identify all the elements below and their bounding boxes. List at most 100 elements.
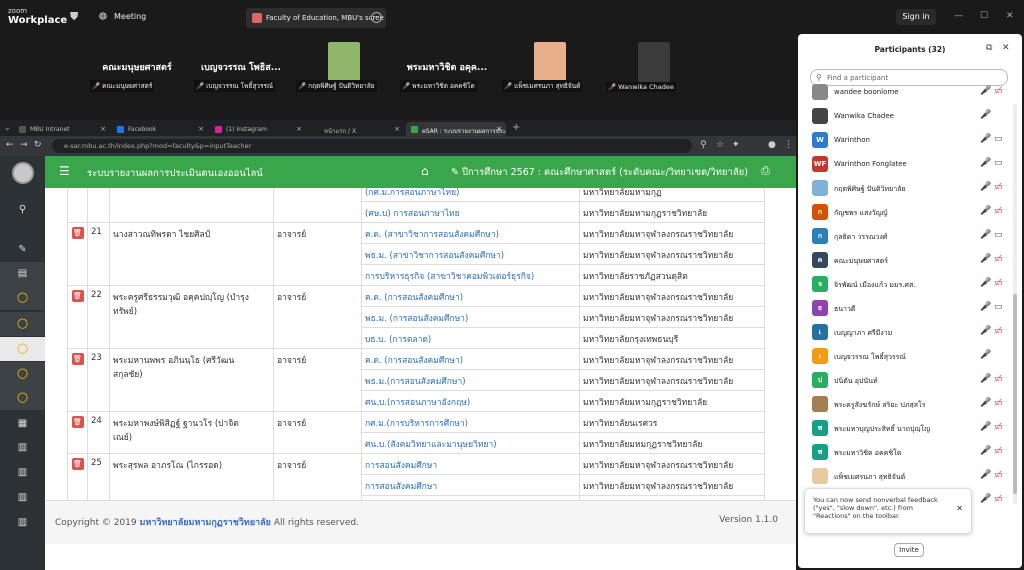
participant-item[interactable]: จ จิรพัฒน์ เมืองแก้ว มมร.ศส. 🎤̸ ▭̸ [812,276,1008,296]
invite-button[interactable]: Invite [894,543,924,557]
tab-close-icon[interactable]: × [394,125,400,133]
document-icon[interactable]: ▤ [0,262,45,286]
browser-tab[interactable]: (1) Instagram × [210,122,306,136]
teacher-table-area: (กศ.ม.การสอนภาษาไทย) มหาวิทยาลัยมหามกุฏ (ศ… [45,188,796,500]
browser-tab[interactable]: MBU Intranet × [14,122,110,136]
files-icon-3[interactable]: ▥ [0,486,45,510]
participant-item[interactable]: ค คณะมนุษยศาสตร์ 🎤̸ ▭̸ [812,252,1008,272]
circle-icon-4[interactable]: ○ [0,362,45,386]
address-bar[interactable]: e-sar.mbu.ac.th/index.php?mod=faculty&p=… [52,139,692,153]
edit-icon[interactable]: ✎ [0,238,45,262]
home-icon[interactable]: ⌂ [421,164,429,178]
degree-link[interactable]: ศน.บ.(สังคมวิทยาและมานุษยวิทยา) [361,432,580,454]
user-icon[interactable]: ⚲ [0,198,45,222]
copyright-org[interactable]: มหาวิทยาลัยมหามกุฏราชวิทยาลัย [139,518,270,528]
more-icon[interactable]: ··· [371,12,382,23]
trash-icon[interactable]: 🗑 [71,353,84,365]
popout-icon[interactable]: ⧉ [986,43,992,53]
zoom-icon[interactable]: ⚲ [700,140,707,150]
participant-item[interactable]: ธ ธนาวดี 🎤̸ ▭ [812,300,1008,320]
hamburger-icon[interactable]: ☰ [59,164,70,178]
files-icon-4[interactable]: ▥ [0,511,45,535]
reload-icon[interactable]: ↻ [34,140,42,150]
participant-item[interactable]: WF Warinthon Fonglatee 🎤̸ ▭ [812,156,1008,176]
participant-item[interactable]: เ เบญจวรรณ โพธิ์สุวรรณ์ 🎤̸ [812,348,1008,368]
kebab-icon[interactable]: ⋮ [784,140,793,150]
trash-icon[interactable]: 🗑 [71,458,84,470]
participant-item[interactable]: พ พระมหาวิชิต อคคชิโต 🎤̸ ▭̸ [812,444,1008,464]
scroll-thumb[interactable] [1013,294,1017,494]
share-screen-tab[interactable]: Faculty of Education, MBU's scree ··· [246,8,386,28]
print-icon[interactable]: ⎙ [761,164,770,178]
browser-tab[interactable]: eSAR : ระบบรายงานผลการประเมินตน...× [406,122,506,136]
video-tile[interactable]: 🎤̸ แพ็ชเมศรนภา สุทธิจันต์ [498,38,600,96]
degree-link[interactable]: ค.ด. (การสอนสังคมศึกษา) [361,285,580,307]
tab-close-icon[interactable]: × [198,125,204,133]
trash-icon[interactable]: 🗑 [71,416,84,428]
tab-close-icon[interactable]: × [296,125,302,133]
participant-item[interactable]: wandee boonlome 🎤̸ ▭̸ [812,84,1008,104]
profile-icon[interactable]: ● [768,140,776,150]
tile-label: 🎤̸ แพ็ชเมศรนภา สุทธิจันต์ [502,80,583,92]
tab-close-icon[interactable]: × [496,125,502,133]
participant-item[interactable]: ก กุลธิดา วรรณวงศ์ 🎤̸ ▭ [812,228,1008,248]
degree-link[interactable]: กศ.ม.(การบริหารการศึกษา) [361,411,580,433]
circle-icon-3[interactable]: ○ [0,337,45,361]
participant-item[interactable]: พระครูสังฆรักษ์ สริยะ ปภสฺสโร 🎤̸ ▭̸ [812,396,1008,416]
star-icon[interactable]: ☆ [716,140,724,150]
video-tile[interactable]: คณะมนุษยศาสตร์ 🎤̸ คณะมนุษยศาสตร์ [86,38,188,96]
degree-link[interactable]: พธ.ม. (การสอนสังคมศึกษา) [361,306,580,328]
degree-link[interactable]: พธ.ม. (สาขาวิชาการสอนสังคมศึกษา) [361,243,580,265]
degree-link[interactable]: บธ.บ. (การตลาด) [361,327,580,349]
circle-icon-1[interactable]: ○ [0,286,45,310]
tab-close-icon[interactable]: × [100,125,106,133]
degree-link[interactable]: พธ.ม.(การสอนสังคมศึกษา) [361,369,580,391]
degree-link[interactable]: (ศษ.บ) การสอนภาษาไทย [361,201,580,223]
forward-icon[interactable]: → [20,140,28,150]
extension-icon[interactable]: ✦ [732,140,740,150]
trash-icon[interactable]: 🗑 [71,290,84,302]
degree-link[interactable]: (กศ.ม.การสอนภาษาไทย) [361,188,580,202]
participant-item[interactable]: เ เบญญาภา ศรีมีงาม 🎤̸ ▭̸ [812,324,1008,344]
trash-icon[interactable]: 🗑 [71,227,84,239]
participant-item[interactable]: W Warinthon 🎤̸ ▭ [812,132,1008,152]
circle-icon-2[interactable]: ○ [0,312,45,336]
files-icon-1[interactable]: ▥ [0,436,45,460]
maximize-icon[interactable]: ☐ [980,11,988,21]
files-icon-2[interactable]: ▥ [0,461,45,485]
participant-item[interactable]: Wanwika Chadee 🎤̸ [812,108,1008,128]
circle-icon-5[interactable]: ○ [0,386,45,410]
sign-in-button[interactable]: Sign in [896,9,936,25]
participant-item[interactable]: แพ็ชเมศรนภา สุทธิจันต์ 🎤̸ ▭̸ [812,468,1008,488]
minimize-icon[interactable]: — [954,11,963,21]
degree-link[interactable]: ค.ด. (สาขาวิชาการสอนสังคมศึกษา) [361,222,580,244]
university-name: มหาวิทยาลัยมหามกุฏราชวิทยาลัย [579,390,765,412]
video-tile[interactable]: เบญจวรรณ โพธิส... 🎤̸ เบญจวรรณ โพธิ์สุวรรณ… [190,38,292,96]
close-icon[interactable]: ✕ [1006,11,1014,21]
degree-link[interactable]: การสอนสังคมศึกษา [361,474,580,496]
academic-year-link[interactable]: ✎ ปีการศึกษา 2567 : คณะศึกษาศาสตร์ (ระดั… [451,165,748,180]
back-icon[interactable]: ← [6,140,14,150]
degree-link[interactable]: ค.ด. (การสอนสังคมศึกษา) [361,348,580,370]
user-avatar[interactable] [12,162,34,184]
browser-tab[interactable]: หน้าแรก / X × [308,122,404,136]
video-tile[interactable]: 🎤̸ Wanwika Chadee [602,38,704,96]
close-panel-icon[interactable]: ✕ [1002,43,1010,53]
participant-item[interactable]: ป ปนิตัน อุปนันท์ 🎤̸ ▭̸ [812,372,1008,392]
tab-menu-icon[interactable]: ⌄ [4,123,11,132]
video-tile[interactable]: 🎤̸ กฤตพิศิษฐ์ ปันติวิทยาลัย [292,38,394,96]
participant-scrollbar[interactable] [1013,104,1017,504]
degree-link[interactable]: การสอนสังคมศึกษา [361,453,580,475]
degree-link[interactable]: การบริหารธุรกิจ (สาขาวิชาคอมพิวเตอร์ธุรก… [361,264,580,286]
degree-link[interactable]: ศน.บ.(การสอนภาษาอังกฤษ) [361,390,580,412]
shield-icon[interactable]: ⛊ [70,10,78,24]
toast-close-icon[interactable]: ✕ [956,505,963,513]
meeting-label[interactable]: Meeting [114,12,146,21]
video-tile[interactable]: พระมหาวิชิต อคุค... 🎤̸ พระมหาวิชิต อคคชิโ… [396,38,498,96]
participant-item[interactable]: พ พระมหาบุญประสิทธิ์ นาถปุญฺโญ 🎤̸ ▭̸ [812,420,1008,440]
grid-icon[interactable]: ▦ [0,412,45,436]
browser-tab[interactable]: Facebook × [112,122,208,136]
new-tab-icon[interactable]: + [512,122,520,133]
participant-item[interactable]: ก กัญชพร แสงวัญญ์ 🎤̸ ▭̸ [812,204,1008,224]
participant-item[interactable]: กฤตพิศิษฐ์ ปันติวิทยาลัย 🎤̸ ▭̸ [812,180,1008,200]
